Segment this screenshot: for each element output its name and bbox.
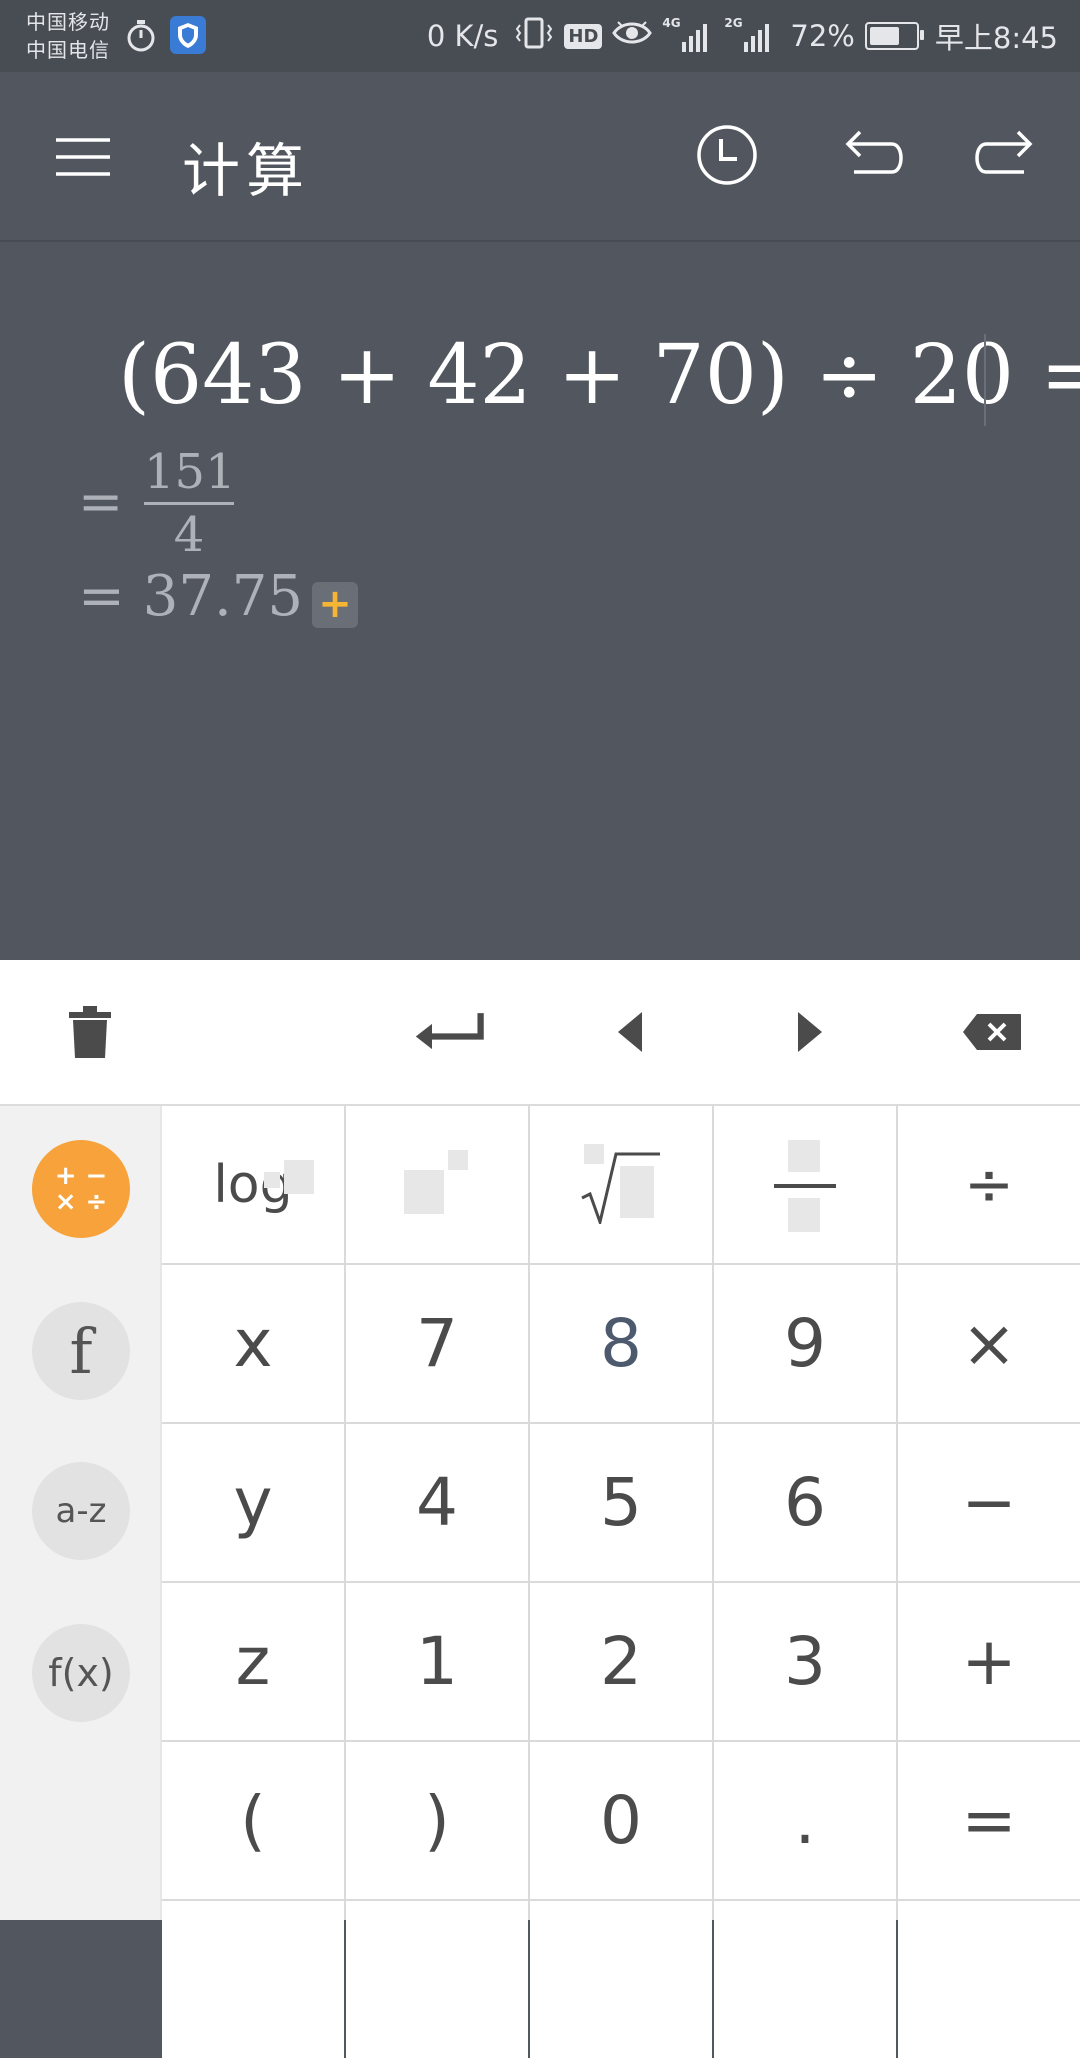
cursor-right-icon[interactable] — [774, 996, 846, 1068]
add-result-button[interactable]: + — [312, 582, 358, 628]
keypad: + − × ÷ f a-z f(x) log ÷ x 7 8 9 × y 4 5… — [0, 1106, 1080, 2058]
log-key[interactable]: log — [162, 1106, 344, 1263]
four-key[interactable]: 4 — [346, 1424, 528, 1581]
decimal-point-key[interactable]: . — [714, 1742, 896, 1899]
status-bar: 中国移动 中国电信 0 K/s HD 4G 2G 72% 早上8:45 — [0, 0, 1080, 72]
backspace-icon[interactable] — [956, 996, 1028, 1068]
key-row6-5[interactable] — [898, 1901, 1080, 2058]
stopwatch-icon — [124, 18, 158, 58]
carrier-2: 中国电信 — [26, 38, 110, 62]
power-exponent-placeholder — [448, 1150, 468, 1170]
mode-basic-label-top: + − — [54, 1161, 108, 1191]
signal-icon-2g: 2G — [724, 16, 776, 56]
mode-letters[interactable]: a-z — [32, 1462, 130, 1560]
enter-icon[interactable] — [414, 996, 486, 1068]
two-key[interactable]: 2 — [530, 1583, 712, 1740]
eight-key[interactable]: 8 — [530, 1265, 712, 1422]
y-key[interactable]: y — [162, 1424, 344, 1581]
page-title: 计算 — [182, 137, 311, 205]
seven-key[interactable]: 7 — [346, 1265, 528, 1422]
carrier-info: 中国移动 中国电信 — [26, 8, 110, 64]
redo-icon[interactable] — [974, 122, 1044, 192]
fraction-num-placeholder — [788, 1140, 820, 1172]
divide-key[interactable]: ÷ — [898, 1106, 1080, 1263]
battery-icon — [864, 22, 924, 50]
log-label: log — [213, 1154, 293, 1215]
net-speed: 0 K/s — [426, 19, 499, 53]
right-paren-key[interactable]: ) — [346, 1742, 528, 1899]
carrier-1: 中国移动 — [26, 10, 110, 34]
nine-key[interactable]: 9 — [714, 1265, 896, 1422]
menu-icon[interactable] — [48, 122, 118, 192]
key-row6-1[interactable] — [162, 1901, 344, 2058]
power-base-placeholder — [404, 1170, 444, 1214]
hd-badge: HD — [564, 23, 603, 49]
minus-key[interactable]: − — [898, 1424, 1080, 1581]
root-key[interactable] — [530, 1106, 712, 1263]
fraction-key-bar — [774, 1184, 836, 1188]
cursor-left-icon[interactable] — [594, 996, 666, 1068]
history-icon[interactable] — [692, 120, 762, 190]
six-key[interactable]: 6 — [714, 1424, 896, 1581]
key-row6-4[interactable] — [714, 1901, 896, 2058]
expression[interactable]: (643 + 42 + 70) ÷ 20 = — [118, 328, 1080, 423]
battery-percent: 72% — [790, 19, 855, 53]
key-grid: log ÷ x 7 8 9 × y 4 5 6 − z 1 2 3 + () … — [162, 1106, 1080, 2058]
fraction-key[interactable] — [714, 1106, 896, 1263]
fraction-den-placeholder — [788, 1198, 820, 1232]
trash-icon[interactable] — [54, 996, 126, 1068]
x-key[interactable]: x — [162, 1265, 344, 1422]
equals-sign: = — [78, 470, 124, 533]
root-radicand-placeholder — [620, 1166, 654, 1218]
shield-icon — [170, 16, 206, 58]
zero-key[interactable]: 0 — [530, 1742, 712, 1899]
mode-column: + − × ÷ f a-z f(x) — [0, 1106, 160, 1920]
mode-function[interactable]: f — [32, 1302, 130, 1400]
key-row6-3[interactable] — [530, 1901, 712, 2058]
five-key[interactable]: 5 — [530, 1424, 712, 1581]
app-header: 计算 — [0, 72, 1080, 242]
mode-fx[interactable]: f(x) — [32, 1624, 130, 1722]
key-row6-2[interactable] — [346, 1901, 528, 2058]
undo-icon[interactable] — [834, 122, 904, 192]
calculation-display[interactable]: (643 + 42 + 70) ÷ 20 = = 151 4 = 37.75 + — [0, 242, 1080, 960]
mode-basic-operators[interactable]: + − × ÷ — [32, 1140, 130, 1238]
signal-icon-4g: 4G — [662, 16, 714, 56]
fraction-result: 151 4 — [144, 444, 236, 563]
plus-key[interactable]: + — [898, 1583, 1080, 1740]
clock-time: 早上8:45 — [934, 21, 1058, 55]
text-cursor — [984, 334, 986, 426]
eye-icon — [612, 18, 653, 55]
multiply-key[interactable]: × — [898, 1265, 1080, 1422]
three-key[interactable]: 3 — [714, 1583, 896, 1740]
edit-toolbar — [0, 960, 1080, 1106]
left-paren-key[interactable]: ( — [162, 1742, 344, 1899]
z-key[interactable]: z — [162, 1583, 344, 1740]
log-argument-placeholder — [284, 1160, 314, 1194]
mode-basic-label-bottom: × ÷ — [54, 1187, 108, 1217]
decimal-result: = 37.75 — [78, 564, 304, 629]
fraction-denominator: 4 — [173, 507, 205, 563]
status-right: 0 K/s HD 4G 2G 72% 早上8:45 — [427, 0, 1058, 72]
fraction-numerator: 151 — [144, 444, 236, 500]
log-base-placeholder — [264, 1172, 280, 1188]
one-key[interactable]: 1 — [346, 1583, 528, 1740]
power-key[interactable] — [346, 1106, 528, 1263]
battery-fill — [869, 27, 899, 45]
equals-key[interactable]: = — [898, 1742, 1080, 1899]
fraction-bar — [144, 502, 234, 505]
vibrate-icon — [514, 15, 554, 58]
